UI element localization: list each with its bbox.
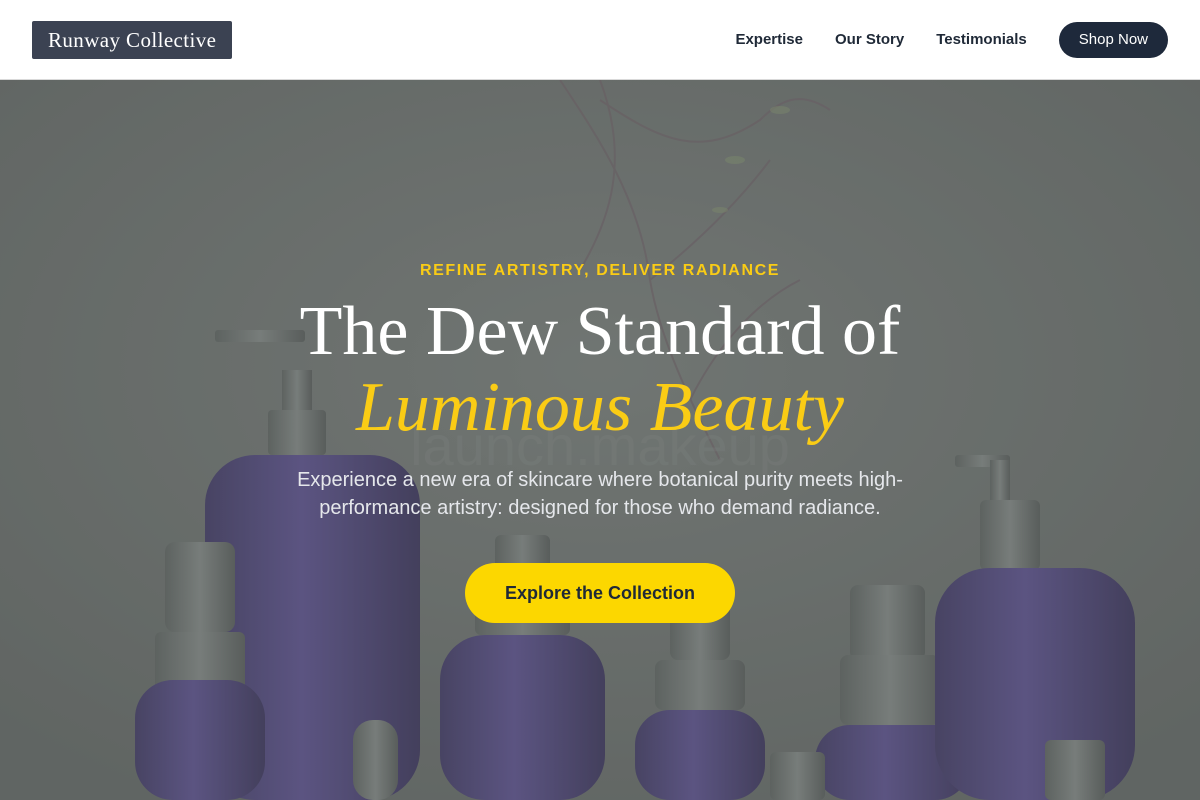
hero-headline-accent: Luminous Beauty [355, 369, 845, 446]
hero-content: REFINE ARTISTRY, DELIVER RADIANCE The De… [0, 80, 1200, 800]
brand-logo[interactable]: Runway Collective [32, 20, 233, 59]
explore-collection-button[interactable]: Explore the Collection [465, 563, 735, 623]
main-nav: Expertise Our Story Testimonials Shop No… [735, 21, 1168, 58]
shop-now-button[interactable]: Shop Now [1058, 21, 1168, 58]
nav-link-expertise[interactable]: Expertise [735, 31, 803, 48]
hero-section: launch.makeup REFINE ARTISTRY, DELIVER R… [0, 80, 1200, 800]
nav-link-our-story[interactable]: Our Story [835, 31, 904, 48]
hero-subtitle: Experience a new era of skincare where b… [297, 469, 903, 519]
site-header: Runway Collective Expertise Our Story Te… [0, 0, 1200, 80]
hero-eyebrow: REFINE ARTISTRY, DELIVER RADIANCE [419, 262, 781, 279]
nav-link-testimonials[interactable]: Testimonials [936, 31, 1027, 48]
hero-headline: The Dew Standard of [299, 293, 901, 370]
